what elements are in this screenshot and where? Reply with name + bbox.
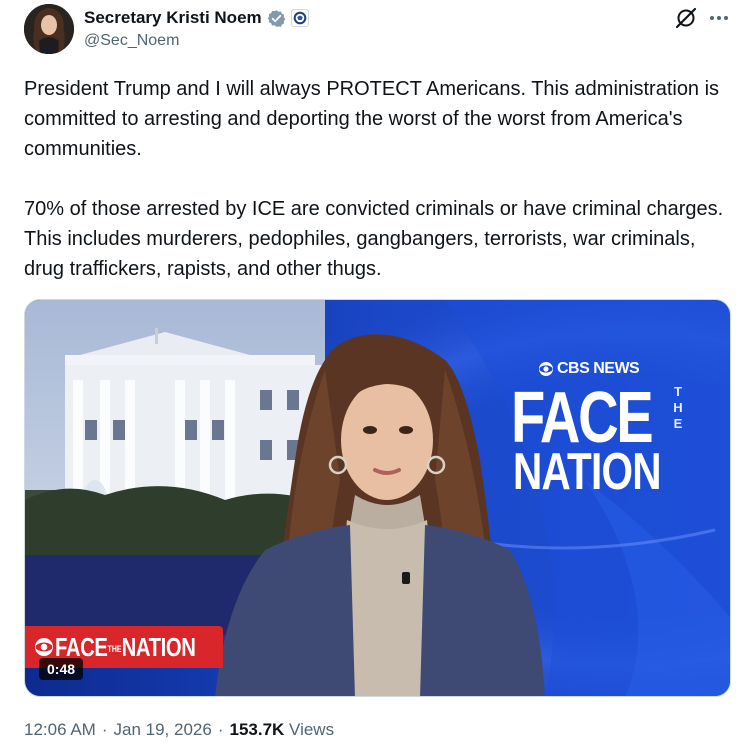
grok-icon xyxy=(675,7,697,29)
avatar[interactable] xyxy=(24,4,74,54)
post-date[interactable]: Jan 19, 2026 xyxy=(114,720,212,740)
verified-badge-icon[interactable] xyxy=(267,9,286,28)
lower-third-nation: NATION xyxy=(121,631,196,662)
seal-icon xyxy=(293,11,306,25)
show-title-the: THE xyxy=(673,384,685,432)
author-handle[interactable]: @Sec_Noem xyxy=(84,32,179,50)
lower-third-face: FACE xyxy=(55,631,108,662)
show-title-nation: NATION xyxy=(513,443,662,501)
author-display-name[interactable]: Secretary Kristi Noem xyxy=(84,8,262,28)
dhs-seal-icon[interactable] xyxy=(290,9,309,27)
post-time[interactable]: 12:06 AM xyxy=(24,720,96,740)
tweet-card: Secretary Kristi Noem @Sec_Noem Presiden… xyxy=(0,0,753,745)
views-count: 153.7K xyxy=(229,720,285,739)
avatar-image xyxy=(24,4,74,54)
tweet-meta: 12:06 AM · Jan 19, 2026 · 153.7K Views xyxy=(24,720,334,740)
tweet-text: President Trump and I will always PROTEC… xyxy=(24,74,734,284)
video-duration: 0:48 xyxy=(39,658,84,680)
tweet-paragraph: President Trump and I will always PROTEC… xyxy=(24,78,720,160)
author-name-row: Secretary Kristi Noem xyxy=(84,7,309,29)
show-title-the-text: THE xyxy=(673,384,683,431)
meta-separator: · xyxy=(217,720,224,739)
cbs-eye-icon xyxy=(539,362,553,376)
network-logo-text: CBS NEWS xyxy=(557,360,640,377)
lower-third-the: THE xyxy=(107,643,122,654)
cbs-eye-icon xyxy=(35,638,53,656)
tweet-paragraph: 70% of those arrested by ICE are convict… xyxy=(24,198,724,280)
grok-button[interactable] xyxy=(674,6,698,30)
more-horizontal-icon xyxy=(710,16,728,20)
views-label: Views xyxy=(289,720,335,739)
more-options-button[interactable] xyxy=(706,6,732,30)
meta-separator: · xyxy=(101,720,108,739)
network-logo: CBS NEWS xyxy=(538,360,640,378)
video-player[interactable]: CBS NEWS FACE THE NATION FACETHENATION 0… xyxy=(24,299,731,697)
